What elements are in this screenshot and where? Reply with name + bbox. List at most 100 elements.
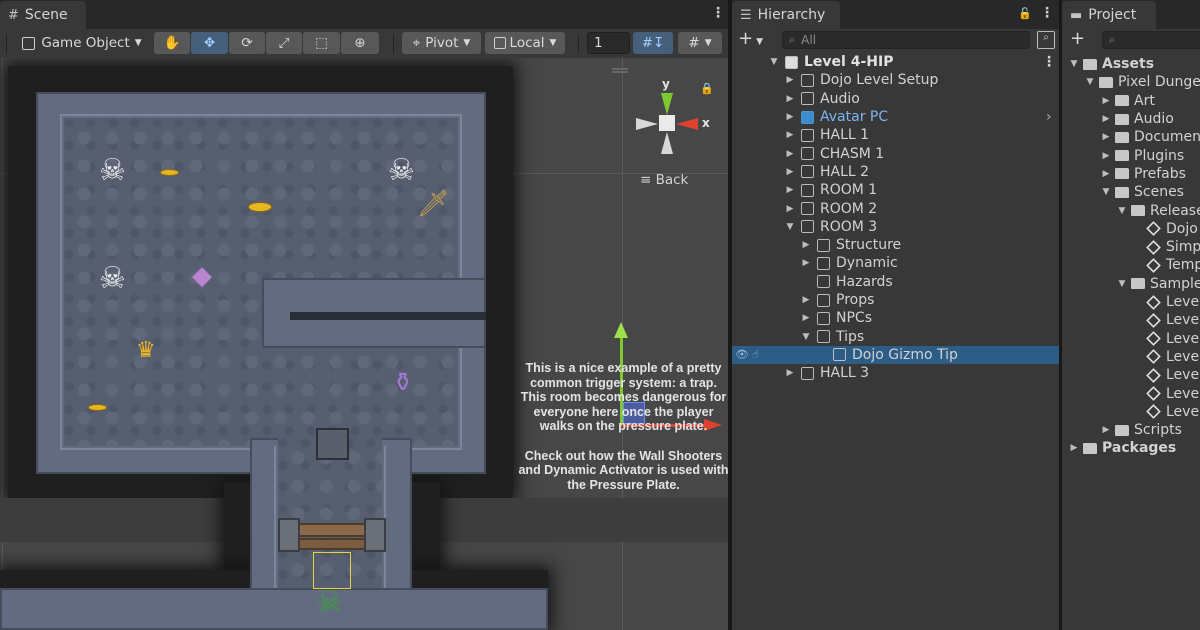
collapsed-arrow-icon[interactable]: ▶ <box>800 295 812 305</box>
project-scene-level[interactable]: Level <box>1062 403 1200 421</box>
project-folder-pixel-dungeon[interactable]: ▼ Pixel Dungeon <box>1062 73 1200 91</box>
gizmo-negx-cone[interactable] <box>636 118 658 130</box>
potion-item[interactable]: ⚱ <box>392 370 414 396</box>
crown-item[interactable]: ♛ <box>136 340 156 362</box>
collapsed-arrow-icon[interactable]: ▶ <box>800 313 812 323</box>
tab-hierarchy[interactable]: ☰ Hierarchy <box>732 1 840 29</box>
project-folder-release[interactable]: ▼ Release <box>1062 201 1200 219</box>
project-folder-scripts[interactable]: ▶ Scripts <box>1062 421 1200 439</box>
collapsed-arrow-icon[interactable]: ▶ <box>784 75 796 85</box>
project-folder-prefabs[interactable]: ▶ Prefabs <box>1062 165 1200 183</box>
project-scene-level[interactable]: Level <box>1062 366 1200 384</box>
collapsed-arrow-icon[interactable]: ▶ <box>1100 425 1112 435</box>
project-folder-assets[interactable]: ▼ Assets <box>1062 55 1200 73</box>
collapsed-arrow-icon[interactable]: ▶ <box>784 167 796 177</box>
move-gizmo-y-arrow[interactable] <box>614 322 628 338</box>
sword-item[interactable]: 🗡 <box>417 191 450 217</box>
project-folder-scenes[interactable]: ▼ Scenes <box>1062 183 1200 201</box>
collapsed-arrow-icon[interactable]: ▶ <box>1100 169 1112 179</box>
project-scene-simple[interactable]: Simple <box>1062 238 1200 256</box>
hierarchy-item-props[interactable]: ▶ Props <box>732 291 1059 309</box>
hierarchy-item-hall-2[interactable]: ▶ HALL 2 <box>732 163 1059 181</box>
lock-icon[interactable]: 🔒 <box>700 82 714 95</box>
skull-enemy[interactable]: ☠ <box>99 264 126 294</box>
increment-snap-button[interactable]: # ▼ <box>678 32 722 54</box>
hierarchy-item-room-2[interactable]: ▶ ROOM 2 <box>732 199 1059 217</box>
hierarchy-item-hall-1[interactable]: ▶ HALL 1 <box>732 126 1059 144</box>
grid-size-field[interactable]: 1 <box>587 32 630 54</box>
expanded-arrow-icon[interactable]: ▼ <box>800 332 812 342</box>
collapsed-arrow-icon[interactable]: ▶ <box>784 130 796 140</box>
hierarchy-item-room-3[interactable]: ▼ ROOM 3 <box>732 218 1059 236</box>
hierarchy-item-hazards[interactable]: Hazards <box>732 273 1059 291</box>
scene-view[interactable]: ☠ ☠ ☠ 🗡 ◆ ♛ ⚱ ☠ 🔒 y x ≡ Back This is a n… <box>0 58 728 630</box>
space-dropdown[interactable]: Local ▼ <box>485 32 565 54</box>
hierarchy-item-avatar-pc[interactable]: ▶ Avatar PC › <box>732 108 1059 126</box>
lock-icon[interactable]: 🔓 <box>1018 7 1032 20</box>
hierarchy-item-tips[interactable]: ▼ Tips <box>732 328 1059 346</box>
expanded-arrow-icon[interactable]: ▼ <box>784 222 796 232</box>
project-folder-audio[interactable]: ▶ Audio <box>1062 110 1200 128</box>
expanded-arrow-icon[interactable]: ▼ <box>1100 187 1112 197</box>
hierarchy-item-npcs[interactable]: ▶ NPCs <box>732 309 1059 327</box>
hierarchy-item-dojo-gizmo-tip[interactable]: Dojo Gizmo Tip 👁 ☝ <box>732 345 1059 365</box>
hierarchy-item-dojo-level-setup[interactable]: ▶ Dojo Level Setup <box>732 71 1059 89</box>
gold-coin-item[interactable] <box>248 202 272 212</box>
collapsed-arrow-icon[interactable]: ▶ <box>784 112 796 122</box>
collapsed-arrow-icon[interactable]: ▶ <box>784 94 796 104</box>
create-button[interactable]: + <box>1070 29 1085 49</box>
pickable-hand-icon[interactable]: ☝ <box>752 348 759 361</box>
hierarchy-item-hall-3[interactable]: ▶ HALL 3 <box>732 364 1059 382</box>
scene-menu-icon[interactable]: ⋮ <box>1042 54 1056 70</box>
hierarchy-item-structure[interactable]: ▶ Structure <box>732 236 1059 254</box>
expanded-arrow-icon[interactable]: ▼ <box>768 57 780 67</box>
gizmo-center-cube[interactable] <box>659 115 675 131</box>
project-search-input[interactable]: ⌕ <box>1102 31 1200 49</box>
expanded-arrow-icon[interactable]: ▼ <box>1068 59 1080 69</box>
project-folder-sample[interactable]: ▼ Sample <box>1062 275 1200 293</box>
collapsed-arrow-icon[interactable]: ▶ <box>1100 96 1112 106</box>
grid-snap-button[interactable]: #↧ <box>633 32 673 54</box>
avatar-selection-box[interactable] <box>313 552 351 589</box>
scene-menu-icon[interactable]: ⋮ <box>711 6 725 20</box>
collapsed-arrow-icon[interactable]: ▶ <box>800 258 812 268</box>
gizmo-drag-handle[interactable] <box>612 68 628 70</box>
avatar-character[interactable]: ☠ <box>316 588 343 618</box>
collapsed-arrow-icon[interactable]: ▶ <box>784 204 796 214</box>
collapsed-arrow-icon[interactable]: ▶ <box>784 185 796 195</box>
project-folder-art[interactable]: ▶ Art <box>1062 92 1200 110</box>
hierarchy-item-dynamic[interactable]: ▶ Dynamic <box>732 254 1059 272</box>
hierarchy-item-room-1[interactable]: ▶ ROOM 1 <box>732 181 1059 199</box>
object-mode-dropdown[interactable]: Game Object ▼ <box>16 32 148 54</box>
gizmo-back-label[interactable]: ≡ Back <box>640 172 688 188</box>
pressure-plate[interactable] <box>316 428 349 460</box>
gizmo-negy-cone[interactable] <box>661 132 673 154</box>
hand-tool-button[interactable]: ✋ <box>154 32 190 54</box>
project-scene-level[interactable]: Level <box>1062 330 1200 348</box>
collapsed-arrow-icon[interactable]: ▶ <box>1068 443 1080 453</box>
gizmo-x-cone[interactable] <box>676 118 698 130</box>
hierarchy-search-input[interactable]: ⌕ All <box>782 31 1030 49</box>
gizmo-y-cone[interactable] <box>661 93 673 115</box>
project-scene-level[interactable]: Level <box>1062 384 1200 402</box>
project-scene-dojo[interactable]: Dojo <box>1062 220 1200 238</box>
collapsed-arrow-icon[interactable]: ▶ <box>784 149 796 159</box>
open-prefab-chevron-icon[interactable]: › <box>1046 109 1052 125</box>
project-folder-documentation[interactable]: ▶ Documentation <box>1062 128 1200 146</box>
pivot-dropdown[interactable]: ⌖ Pivot ▼ <box>402 32 481 54</box>
expanded-arrow-icon[interactable]: ▼ <box>1116 206 1128 216</box>
expanded-arrow-icon[interactable]: ▼ <box>1116 279 1128 289</box>
hierarchy-item-level-4-hip[interactable]: ▼ Level 4-HIP ⋮ <box>732 53 1059 71</box>
project-scene-level[interactable]: Level <box>1062 293 1200 311</box>
skull-enemy[interactable]: ☠ <box>388 156 415 186</box>
project-folder-packages[interactable]: ▶ Packages <box>1062 439 1200 457</box>
project-scene-level[interactable]: Level <box>1062 311 1200 329</box>
hierarchy-item-chasm-1[interactable]: ▶ CHASM 1 <box>732 145 1059 163</box>
collapsed-arrow-icon[interactable]: ▶ <box>800 240 812 250</box>
gold-coin-item[interactable] <box>88 404 107 411</box>
collapsed-arrow-icon[interactable]: ▶ <box>1100 114 1112 124</box>
tab-scene[interactable]: # Scene <box>0 1 86 29</box>
collapsed-arrow-icon[interactable]: ▶ <box>1100 151 1112 161</box>
hierarchy-item-audio[interactable]: ▶ Audio <box>732 90 1059 108</box>
expanded-arrow-icon[interactable]: ▼ <box>1084 77 1096 87</box>
